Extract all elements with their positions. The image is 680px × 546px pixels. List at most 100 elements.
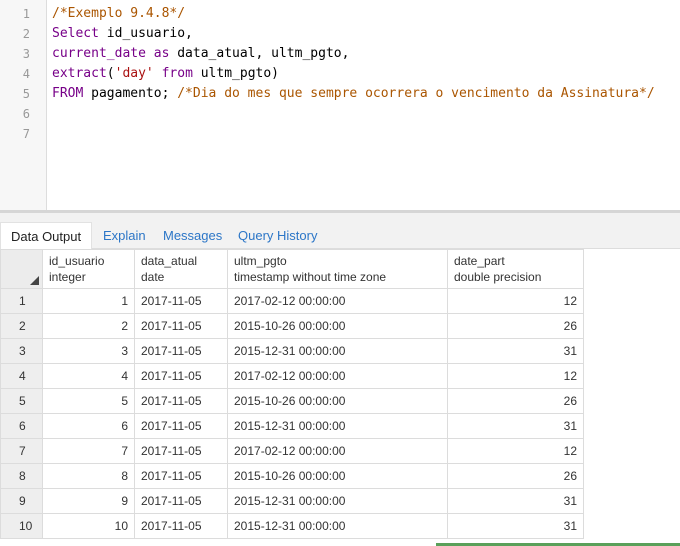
line-number: 3 — [22, 47, 30, 61]
table-row[interactable]: 8 8 2017-11-05 2015-10-26 00:00:00 26 — [0, 463, 584, 489]
code-line[interactable]: current_date as data_atual, ultm_pgto, — [52, 44, 349, 64]
table-cell[interactable]: 2017-11-05 — [134, 363, 228, 389]
table-cell[interactable]: 2017-11-05 — [134, 463, 228, 489]
table-cell[interactable]: 12 — [447, 438, 584, 464]
column-name: data_atual — [141, 254, 198, 268]
table-cell[interactable]: 8 — [42, 463, 135, 489]
column-type: integer — [49, 270, 86, 284]
table-row[interactable]: 3 3 2017-11-05 2015-12-31 00:00:00 31 — [0, 338, 584, 364]
column-type: timestamp without time zone — [234, 270, 387, 284]
code-token: id_usuario, — [98, 26, 193, 41]
row-number-cell[interactable]: 2 — [0, 313, 43, 339]
row-number-cell[interactable]: 5 — [0, 388, 43, 414]
table-row[interactable]: 6 6 2017-11-05 2015-12-31 00:00:00 31 — [0, 413, 584, 439]
table-cell[interactable]: 26 — [447, 388, 584, 414]
grid-header-row: id_usuariointeger data_atualdate ultm_pg… — [0, 249, 584, 289]
table-row[interactable]: 9 9 2017-11-05 2015-12-31 00:00:00 31 — [0, 488, 584, 514]
table-cell[interactable]: 12 — [447, 363, 584, 389]
column-header-id-usuario[interactable]: id_usuariointeger — [42, 249, 135, 289]
table-cell[interactable]: 2017-11-05 — [134, 388, 228, 414]
code-token: 'day' — [114, 66, 154, 81]
row-number-cell[interactable]: 8 — [0, 463, 43, 489]
table-row[interactable]: 5 5 2017-11-05 2015-10-26 00:00:00 26 — [0, 388, 584, 414]
table-cell[interactable]: 2017-11-05 — [134, 313, 228, 339]
table-cell[interactable]: 2015-12-31 00:00:00 — [227, 413, 448, 439]
row-number-cell[interactable]: 6 — [0, 413, 43, 439]
table-cell[interactable]: 2015-12-31 00:00:00 — [227, 513, 448, 539]
column-header-ultm-pgto[interactable]: ultm_pgto timestamp without time zone — [227, 249, 448, 289]
table-row[interactable]: 7 7 2017-11-05 2017-02-12 00:00:00 12 — [0, 438, 584, 464]
table-cell[interactable]: 5 — [42, 388, 135, 414]
table-cell[interactable]: 6 — [42, 413, 135, 439]
tab-query-history[interactable]: Query History — [236, 224, 319, 248]
column-type: date — [141, 270, 165, 284]
column-type: double precision — [454, 270, 542, 284]
table-cell[interactable]: 2017-11-05 — [134, 438, 228, 464]
line-number: 5 — [22, 87, 30, 101]
table-cell[interactable]: 10 — [42, 513, 135, 539]
table-cell[interactable]: 2 — [42, 313, 135, 339]
row-number-cell[interactable]: 10 — [0, 513, 43, 539]
sort-triangle-icon — [30, 276, 39, 285]
tab-data-output[interactable]: Data Output — [0, 222, 93, 250]
table-row[interactable]: 10 10 2017-11-05 2015-12-31 00:00:00 31 — [0, 513, 584, 539]
table-cell[interactable]: 2015-10-26 00:00:00 — [227, 463, 448, 489]
code-line[interactable]: Select id_usuario, — [52, 24, 193, 44]
column-name: id_usuario — [49, 254, 105, 268]
table-cell[interactable]: 2015-10-26 00:00:00 — [227, 388, 448, 414]
data-output-grid: id_usuariointeger data_atualdate ultm_pg… — [0, 249, 584, 539]
table-cell[interactable]: 31 — [447, 513, 584, 539]
code-token: /*Exemplo 9.4.8*/ — [52, 6, 186, 21]
code-line[interactable]: FROM pagamento; /*Dia do mes que sempre … — [52, 84, 655, 104]
table-cell[interactable]: 2017-02-12 00:00:00 — [227, 438, 448, 464]
table-cell[interactable]: 26 — [447, 313, 584, 339]
code-line[interactable]: extract('day' from ultm_pgto) — [52, 64, 279, 84]
column-name: date_part — [454, 254, 505, 268]
table-cell[interactable]: 1 — [42, 288, 135, 314]
table-row[interactable]: 1 1 2017-11-05 2017-02-12 00:00:00 12 — [0, 288, 584, 314]
table-row[interactable]: 4 4 2017-11-05 2017-02-12 00:00:00 12 — [0, 363, 584, 389]
row-number-cell[interactable]: 4 — [0, 363, 43, 389]
row-number-cell[interactable]: 7 — [0, 438, 43, 464]
table-cell[interactable]: 31 — [447, 338, 584, 364]
column-header-date-part[interactable]: date_partdouble precision — [447, 249, 584, 289]
table-cell[interactable]: 7 — [42, 438, 135, 464]
column-header-data-atual[interactable]: data_atualdate — [134, 249, 228, 289]
table-cell[interactable]: 31 — [447, 488, 584, 514]
table-row[interactable]: 2 2 2017-11-05 2015-10-26 00:00:00 26 — [0, 313, 584, 339]
table-cell[interactable]: 2017-11-05 — [134, 288, 228, 314]
table-cell[interactable]: 3 — [42, 338, 135, 364]
row-number-cell[interactable]: 3 — [0, 338, 43, 364]
table-cell[interactable]: 2017-11-05 — [134, 338, 228, 364]
tab-messages[interactable]: Messages — [161, 224, 224, 248]
line-number-gutter: 1 2 3 4 5 6 7 — [0, 0, 47, 210]
column-name: ultm_pgto — [234, 254, 287, 268]
table-cell[interactable]: 26 — [447, 463, 584, 489]
table-cell[interactable]: 9 — [42, 488, 135, 514]
table-cell[interactable]: 2015-12-31 00:00:00 — [227, 338, 448, 364]
code-token: extract — [52, 66, 107, 81]
table-cell[interactable]: 2017-11-05 — [134, 513, 228, 539]
select-all-corner[interactable] — [0, 249, 43, 289]
code-line[interactable]: /*Exemplo 9.4.8*/ — [52, 4, 185, 24]
table-cell[interactable]: 2015-12-31 00:00:00 — [227, 488, 448, 514]
table-cell[interactable]: 2015-10-26 00:00:00 — [227, 313, 448, 339]
table-cell[interactable]: 2017-02-12 00:00:00 — [227, 288, 448, 314]
code-token: /*Dia do mes que sempre ocorrera o venci… — [177, 86, 655, 101]
code-token: data_atual, ultm_pgto, — [169, 46, 350, 61]
row-number-cell[interactable]: 9 — [0, 488, 43, 514]
table-cell[interactable]: 31 — [447, 413, 584, 439]
table-cell[interactable]: 2017-11-05 — [134, 488, 228, 514]
line-number: 4 — [22, 67, 30, 81]
tab-explain[interactable]: Explain — [101, 224, 148, 248]
table-cell[interactable]: 2017-02-12 00:00:00 — [227, 363, 448, 389]
code-token: from — [161, 66, 193, 81]
table-cell[interactable]: 2017-11-05 — [134, 413, 228, 439]
row-number-cell[interactable]: 1 — [0, 288, 43, 314]
line-number: 7 — [22, 127, 30, 141]
table-cell[interactable]: 12 — [447, 288, 584, 314]
output-tab-bar: Data Output Explain Messages Query Histo… — [0, 213, 680, 250]
sql-editor[interactable]: 1 2 3 4 5 6 7 /*Exemplo 9.4.8*/ Select id_usuar… — [0, 0, 680, 210]
table-cell[interactable]: 4 — [42, 363, 135, 389]
